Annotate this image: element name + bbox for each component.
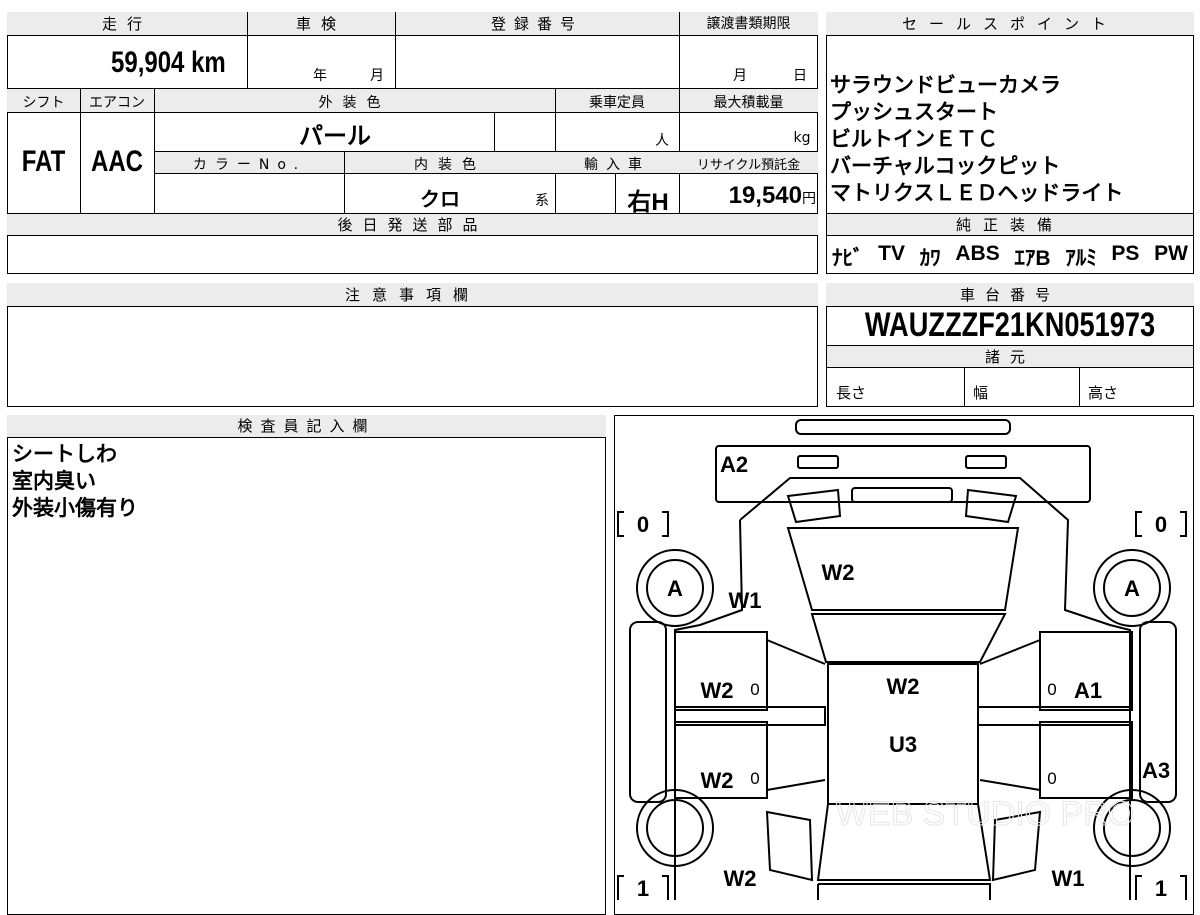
- aircon-label: エアコン: [89, 95, 145, 111]
- list-item: 外装小傷有り: [12, 496, 138, 520]
- list-item: ビルトインＥＴＣ: [830, 127, 998, 151]
- exterior-label: 外装色: [318, 95, 391, 111]
- equipment-list: ﾅﾋﾞ TV ｶﾜ ABS ｴｱB ｱﾙﾐ PS PW: [832, 242, 1188, 272]
- mark-right-wheel: A: [1124, 576, 1140, 601]
- watermark: WEB STUDIO PRO: [836, 795, 1134, 833]
- registration-header: 登録番号: [395, 12, 679, 36]
- mark-front-bumper: A2: [720, 452, 748, 477]
- mark-left-rear-glass: W2: [724, 866, 757, 891]
- equipment-item: ｶﾜ: [919, 247, 941, 270]
- transfer-day: 日: [793, 68, 807, 84]
- width-label: 幅: [973, 384, 989, 402]
- recycle-label: リサイクル預託金: [696, 158, 801, 173]
- notes-header: 注意事項欄: [7, 283, 818, 307]
- inspector-notes: シートしわ 室内臭い 外装小傷有り: [12, 441, 138, 522]
- shaken-year: 年: [313, 68, 327, 84]
- tire-front-left-value: 0: [637, 512, 649, 537]
- equipment-item: PW: [1154, 242, 1188, 265]
- chassis-header: 車台番号: [826, 283, 1194, 307]
- capacity-unit: 人: [655, 133, 669, 149]
- shift-label: シフト: [22, 95, 65, 111]
- mileage-unit: km: [191, 46, 226, 79]
- list-item: プッシュスタート: [830, 100, 998, 124]
- equipment-item: ﾅﾋﾞ: [832, 247, 864, 270]
- equipment-item: ｱﾙﾐ: [1065, 247, 1097, 270]
- equipment-item: ABS: [955, 242, 1000, 265]
- mark-left-rear-door-zero: 0: [750, 769, 759, 788]
- shift-value: FAT: [21, 145, 66, 178]
- equipment-header: 純正装備: [827, 214, 1193, 236]
- mileage-header: 走行: [7, 12, 247, 36]
- mark-left-front-glass: W1: [729, 588, 762, 613]
- mark-right-quarter: A3: [1142, 758, 1170, 783]
- mileage-label: 走行: [101, 15, 152, 33]
- list-item: マトリクスＬＥＤヘッドライト: [830, 181, 1124, 205]
- mileage-value: 59,904 km: [111, 46, 226, 79]
- transfer-month: 月: [733, 68, 747, 84]
- mark-roof-front: W2: [887, 674, 920, 699]
- mark-windshield: W2: [822, 560, 855, 585]
- import-label: 輸入車: [584, 157, 650, 173]
- shaken-header: 車検: [247, 12, 395, 36]
- colorno-label: カラーNo.: [192, 157, 307, 173]
- exterior-value: パール: [299, 123, 371, 150]
- interior-value: クロ: [420, 189, 460, 211]
- recycle-unit: 円: [802, 190, 816, 206]
- interior-suffix: 系: [535, 193, 549, 209]
- chassis-number: WAUZZZF21KN051973: [864, 306, 1156, 344]
- interior-label: 内装色: [414, 157, 486, 173]
- tire-rear-right-value: 1: [1155, 876, 1167, 900]
- car-diagram-svg: 0 0 1 1 A2 W2 W1 A A W2 U3 W2 W2 A1 A3 W…: [617, 419, 1187, 900]
- capacity-label: 乗車定員: [589, 95, 645, 111]
- shaken-month: 月: [370, 68, 384, 84]
- mark-left-wheel: A: [667, 576, 683, 601]
- list-item: シートしわ: [12, 442, 117, 466]
- spec-header: 諸元: [827, 346, 1193, 368]
- sales-points-list: サラウンドビューカメラ プッシュスタート ビルトインＥＴＣ バーチャルコックピッ…: [830, 72, 1190, 207]
- load-label: 最大積載量: [713, 95, 784, 111]
- load-unit: kg: [793, 130, 811, 146]
- shaken-label: 車検: [295, 15, 346, 33]
- transfer-header: 譲渡書類期限: [679, 12, 818, 36]
- list-item: バーチャルコックピット: [830, 154, 1061, 178]
- equipment-item: PS: [1111, 242, 1140, 265]
- mark-left-front-door-zero: 0: [750, 680, 759, 699]
- sales-points-header: セールスポイント: [826, 12, 1194, 36]
- mark-right-rear-glass: W1: [1052, 866, 1085, 891]
- list-item: サラウンドビューカメラ: [830, 73, 1061, 97]
- tire-front-right-value: 0: [1155, 512, 1167, 537]
- equipment-item: ｴｱB: [1014, 247, 1051, 270]
- length-label: 長さ: [836, 384, 867, 402]
- registration-label: 登録番号: [490, 15, 583, 33]
- aircon-value: AAC: [91, 145, 143, 178]
- mark-left-rear-door: W2: [701, 768, 734, 793]
- mark-left-front-door: W2: [701, 678, 734, 703]
- recycle-value: 19,540円: [728, 182, 816, 209]
- tire-rear-left-value: 1: [637, 876, 649, 900]
- inspector-header: 検査員記入欄: [7, 415, 606, 438]
- list-item: 室内臭い: [12, 469, 96, 493]
- equipment-item: TV: [878, 242, 906, 265]
- transfer-label: 譲渡書類期限: [706, 16, 791, 32]
- later-parts-label: 後日発送部品: [337, 216, 488, 234]
- mark-right-front-door-zero: 0: [1047, 680, 1056, 699]
- mark-right-front-door: A1: [1074, 678, 1102, 703]
- import-value: 右H: [627, 189, 669, 216]
- height-label: 高さ: [1088, 384, 1119, 402]
- mark-roof-mid: U3: [889, 732, 917, 757]
- mark-right-rear-door-zero: 0: [1047, 769, 1056, 788]
